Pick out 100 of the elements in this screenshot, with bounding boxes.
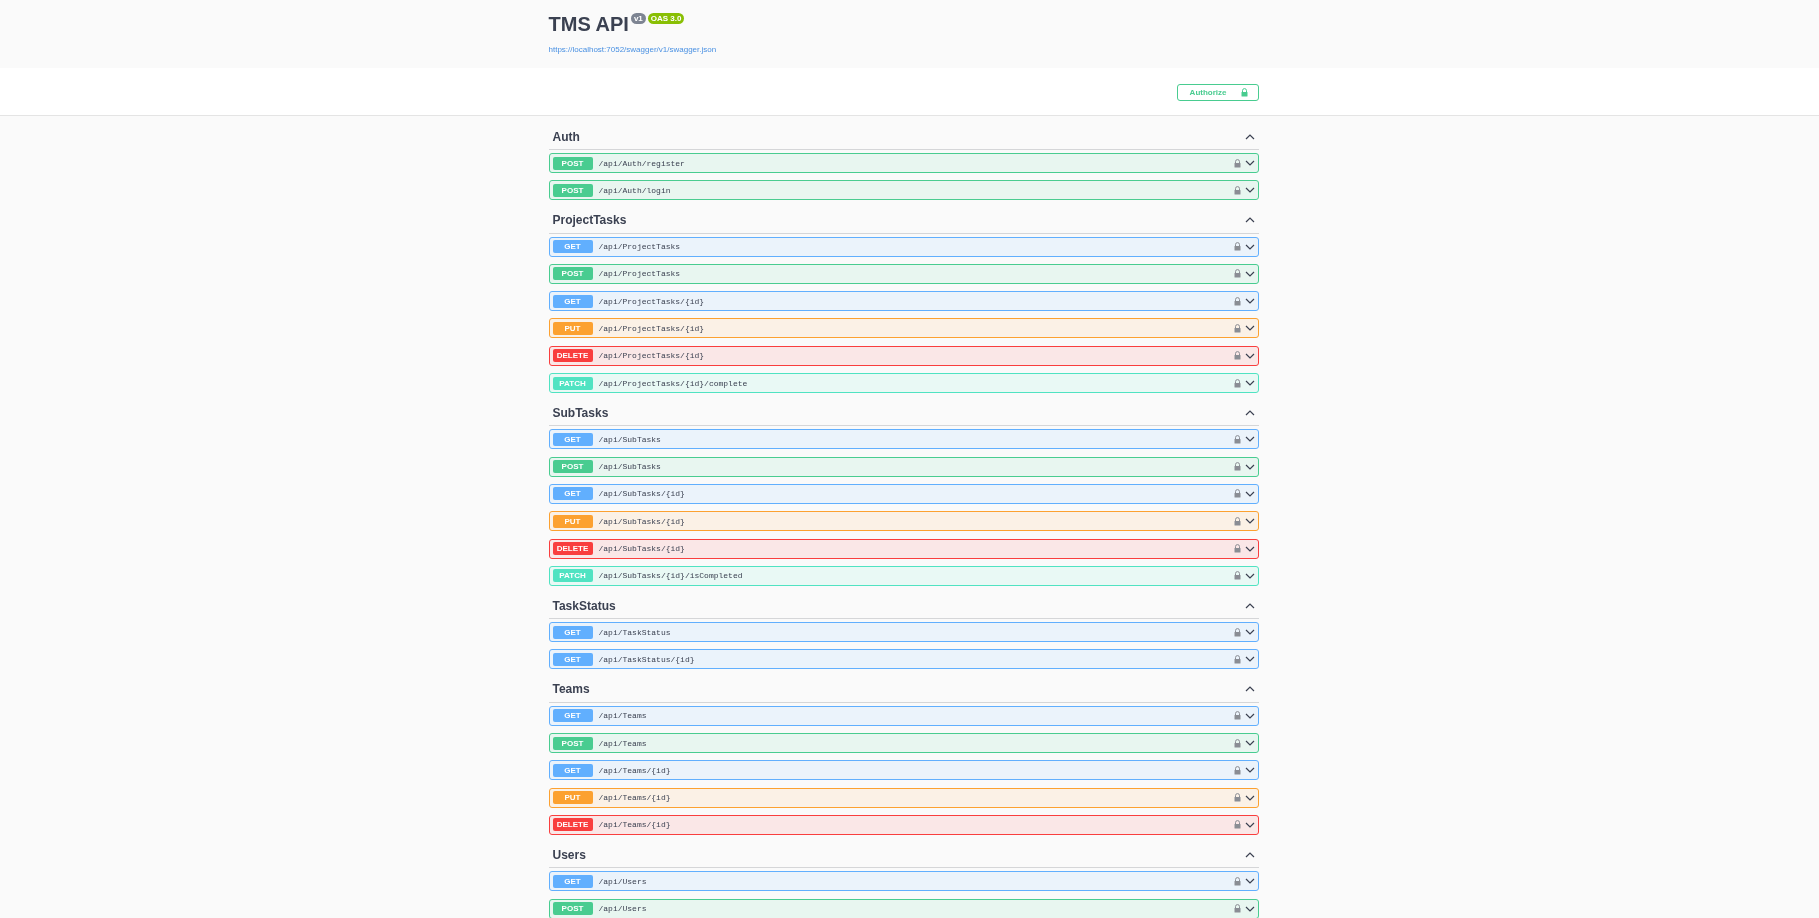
- collapse-icon[interactable]: [1244, 270, 1255, 277]
- section-title: ProjectTasks: [552, 213, 627, 228]
- collapse-icon[interactable]: [1244, 740, 1255, 747]
- method-label: DELETE: [552, 542, 593, 556]
- lock-icon[interactable]: [1233, 627, 1241, 637]
- collapse-icon[interactable]: [1244, 380, 1255, 387]
- collapse-icon[interactable]: [1244, 325, 1255, 332]
- collapse-icon[interactable]: [1244, 187, 1255, 194]
- collapse-icon[interactable]: [1244, 905, 1255, 912]
- endpoint-row[interactable]: GET /api/Teams: [548, 705, 1259, 726]
- collapse-icon[interactable]: [1244, 821, 1255, 828]
- collapse-icon[interactable]: [1244, 686, 1255, 693]
- collapse-icon[interactable]: [1244, 463, 1255, 470]
- lock-icon[interactable]: [1233, 324, 1241, 333]
- collapse-icon[interactable]: [1244, 794, 1255, 801]
- lock-icon[interactable]: [1233, 654, 1241, 664]
- lock-icon[interactable]: [1233, 158, 1241, 168]
- endpoint-path: /api/Auth/login: [598, 185, 672, 195]
- oas-badge: OAS 3.0: [647, 13, 685, 24]
- lock-icon[interactable]: [1233, 820, 1241, 830]
- lock-icon[interactable]: [1233, 876, 1241, 886]
- collapse-icon[interactable]: [1244, 490, 1255, 497]
- collapse-icon[interactable]: [1244, 602, 1255, 609]
- section-header[interactable]: Teams: [548, 676, 1259, 703]
- lock-icon[interactable]: [1233, 516, 1241, 526]
- collapse-icon[interactable]: [1244, 629, 1255, 636]
- endpoint-row[interactable]: PUT /api/Teams/{id}: [548, 787, 1259, 808]
- collapse-icon[interactable]: [1244, 133, 1255, 140]
- section-header[interactable]: ProjectTasks: [548, 207, 1259, 234]
- endpoint-row[interactable]: DELETE /api/ProjectTasks/{id}: [548, 345, 1259, 366]
- lock-icon[interactable]: [1233, 185, 1241, 195]
- lock-icon[interactable]: [1233, 462, 1241, 472]
- lock-icon[interactable]: [1233, 351, 1241, 361]
- method-label: PATCH: [552, 376, 593, 390]
- lock-icon[interactable]: [1233, 434, 1241, 444]
- section-header[interactable]: Auth: [548, 124, 1259, 150]
- endpoint-row[interactable]: GET /api/TaskStatus/{id}: [548, 649, 1259, 670]
- endpoint-path: /api/ProjectTasks/{id}: [598, 324, 706, 333]
- endpoint-row[interactable]: DELETE /api/Teams/{id}: [548, 814, 1259, 835]
- section-header[interactable]: SubTasks: [548, 400, 1259, 427]
- lock-icon[interactable]: [1233, 544, 1241, 554]
- endpoint-row[interactable]: POST /api/Auth/register: [548, 153, 1259, 173]
- endpoint-row[interactable]: GET /api/ProjectTasks: [548, 236, 1259, 257]
- lock-icon[interactable]: [1233, 489, 1241, 499]
- endpoint-row[interactable]: POST /api/Users: [548, 898, 1259, 918]
- collapse-icon[interactable]: [1244, 409, 1255, 416]
- collapse-icon[interactable]: [1244, 712, 1255, 719]
- lock-icon[interactable]: [1233, 269, 1241, 279]
- method-label: GET: [552, 240, 593, 254]
- endpoint-row[interactable]: PUT /api/ProjectTasks/{id}: [548, 318, 1259, 339]
- collapse-icon[interactable]: [1244, 656, 1255, 663]
- lock-icon[interactable]: [1233, 242, 1241, 252]
- collapse-icon[interactable]: [1244, 851, 1255, 858]
- endpoint-row[interactable]: GET /api/Users: [548, 871, 1259, 892]
- endpoint-row[interactable]: POST /api/SubTasks: [548, 456, 1259, 477]
- endpoint-row[interactable]: POST /api/ProjectTasks: [548, 263, 1259, 284]
- method-label: POST: [552, 736, 593, 750]
- collapse-icon[interactable]: [1244, 160, 1255, 166]
- method-label: GET: [552, 432, 593, 446]
- endpoint-path: /api/SubTasks: [598, 462, 662, 472]
- collapse-icon[interactable]: [1244, 545, 1255, 552]
- section-header[interactable]: TaskStatus: [548, 593, 1259, 620]
- lock-icon[interactable]: [1233, 765, 1241, 775]
- collapse-icon[interactable]: [1244, 767, 1255, 774]
- endpoint-row[interactable]: POST /api/Auth/login: [548, 180, 1259, 201]
- method-label: GET: [552, 763, 593, 777]
- collapse-icon[interactable]: [1244, 243, 1255, 250]
- lock-icon[interactable]: [1233, 378, 1241, 388]
- endpoint-row[interactable]: PATCH /api/SubTasks/{id}/isCompleted: [548, 565, 1259, 586]
- endpoint-row[interactable]: GET /api/ProjectTasks/{id}: [548, 291, 1259, 312]
- method-label: PUT: [552, 322, 593, 335]
- section-title: Auth: [552, 129, 580, 144]
- collapse-icon[interactable]: [1244, 572, 1255, 579]
- endpoint-row[interactable]: GET /api/Teams/{id}: [548, 760, 1259, 781]
- endpoint-row[interactable]: PATCH /api/ProjectTasks/{id}/complete: [548, 373, 1259, 394]
- endpoint-row[interactable]: GET /api/SubTasks/{id}: [548, 483, 1259, 504]
- section-title: SubTasks: [552, 405, 609, 420]
- collapse-icon[interactable]: [1244, 518, 1255, 525]
- lock-icon[interactable]: [1233, 904, 1241, 914]
- collapse-icon[interactable]: [1244, 217, 1255, 224]
- lock-icon[interactable]: [1233, 738, 1241, 748]
- endpoint-row[interactable]: PUT /api/SubTasks/{id}: [548, 511, 1259, 532]
- endpoint-row[interactable]: DELETE /api/SubTasks/{id}: [548, 538, 1259, 559]
- endpoint-path: /api/SubTasks/{id}: [598, 544, 686, 554]
- collapse-icon[interactable]: [1244, 298, 1255, 305]
- endpoint-row[interactable]: GET /api/TaskStatus: [548, 622, 1259, 643]
- method-label: GET: [552, 625, 593, 639]
- lock-icon[interactable]: [1233, 571, 1241, 581]
- section-title: TaskStatus: [552, 598, 616, 613]
- collapse-icon[interactable]: [1244, 436, 1255, 443]
- lock-icon[interactable]: [1233, 711, 1241, 721]
- endpoint-row[interactable]: GET /api/SubTasks: [548, 429, 1259, 450]
- collapse-icon[interactable]: [1244, 878, 1255, 885]
- collapse-icon[interactable]: [1244, 352, 1255, 359]
- endpoint-row[interactable]: POST /api/Teams: [548, 733, 1259, 754]
- section-header[interactable]: Users: [548, 842, 1259, 869]
- endpoint-path: /api/Users: [598, 876, 648, 886]
- endpoint-path: /api/ProjectTasks: [598, 242, 682, 252]
- lock-icon[interactable]: [1233, 296, 1241, 306]
- lock-icon[interactable]: [1233, 793, 1241, 803]
